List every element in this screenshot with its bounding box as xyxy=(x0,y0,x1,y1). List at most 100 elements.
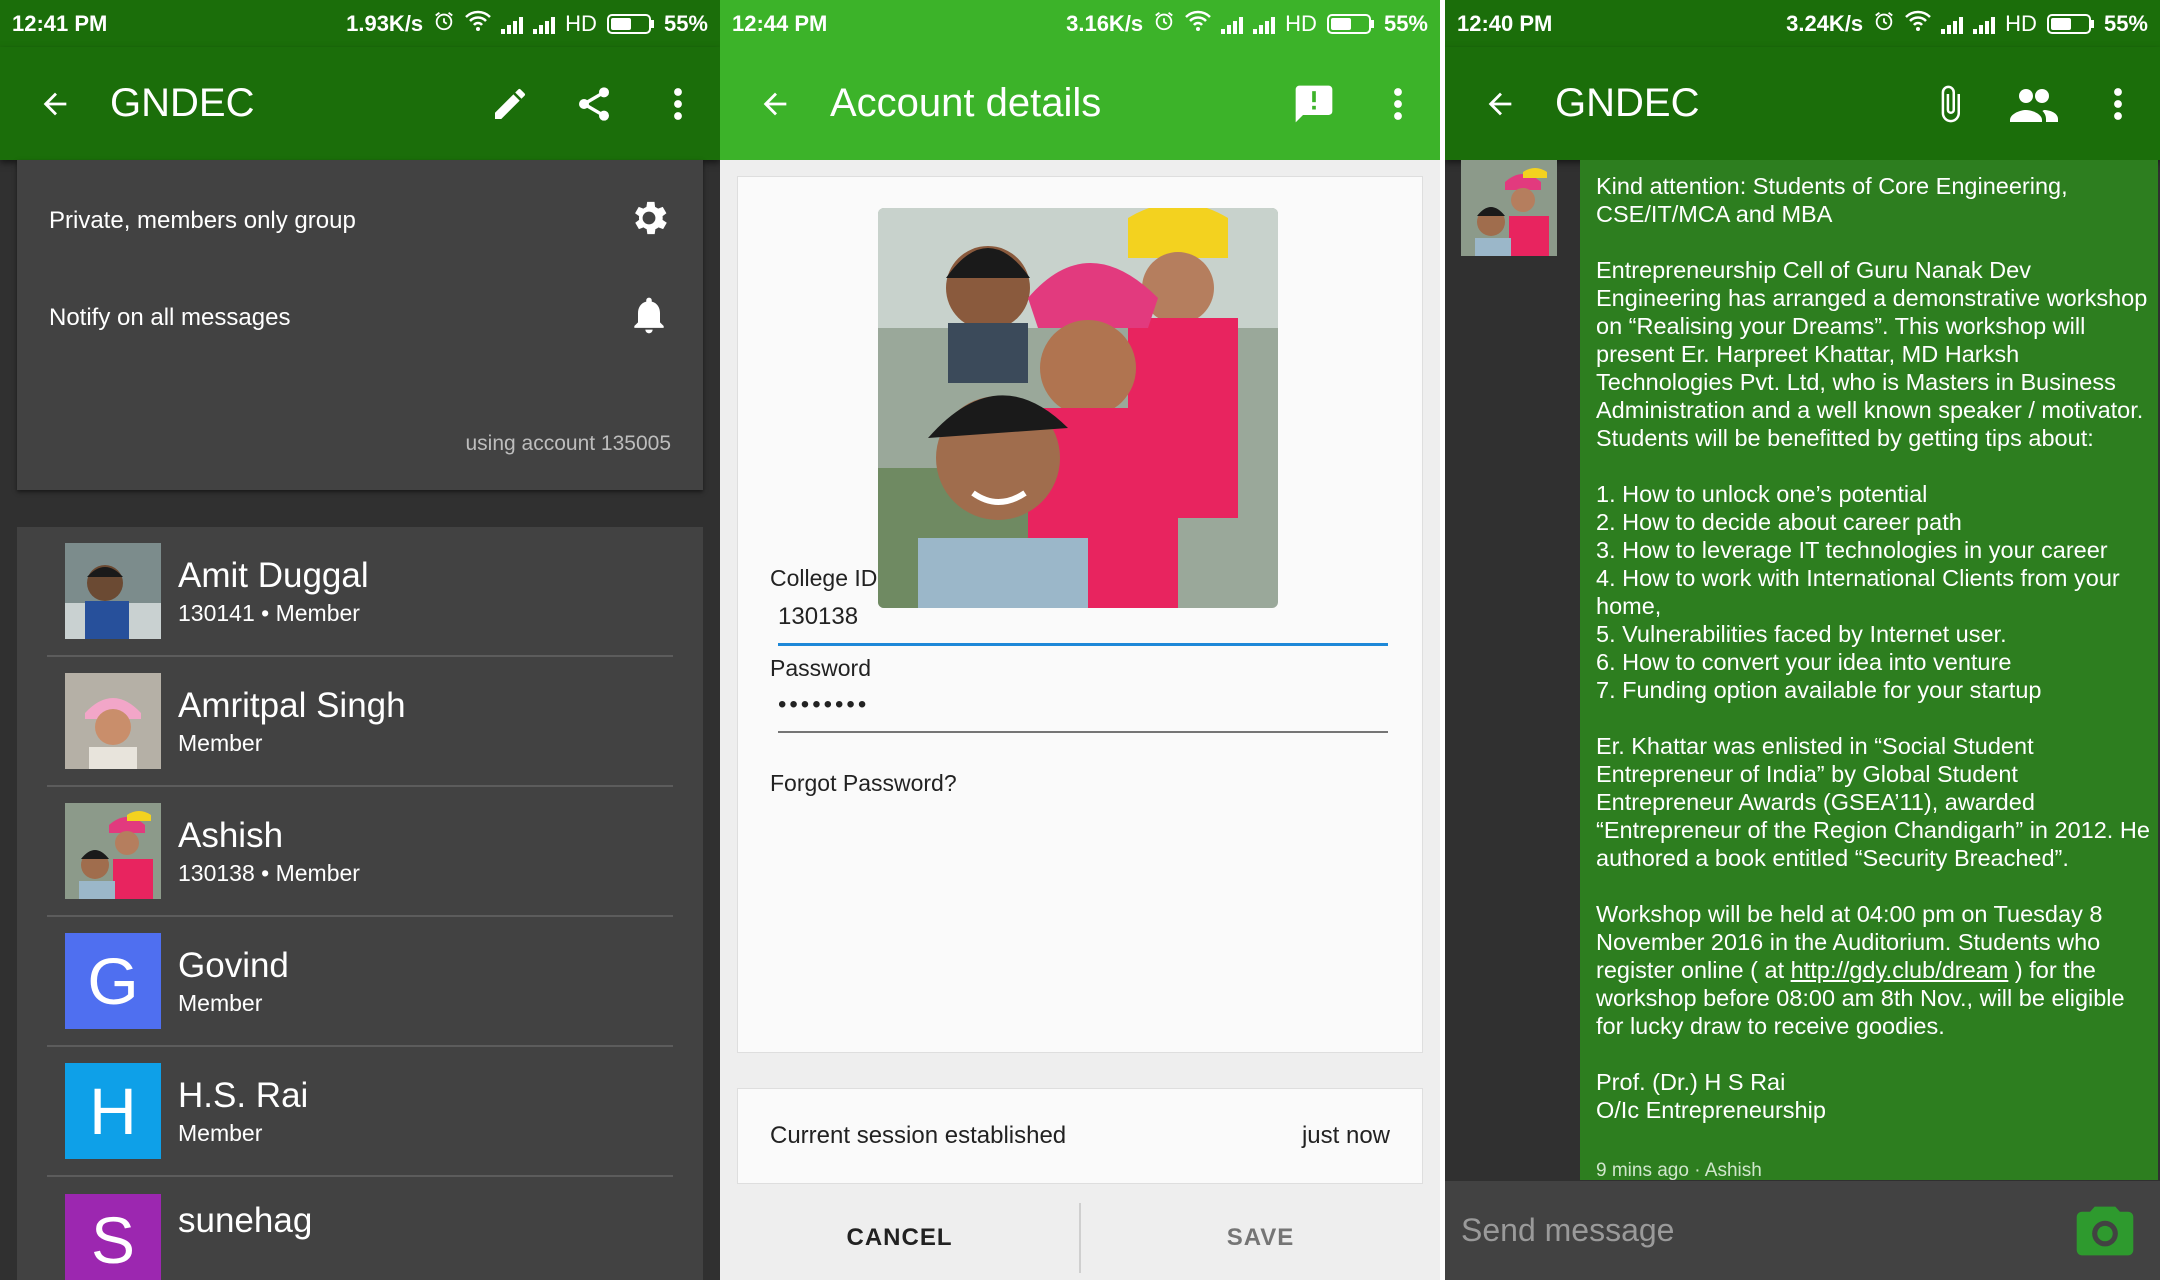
gear-icon[interactable] xyxy=(627,196,671,247)
member-list: Amit Duggal 130141 • Member Amritpal Sin… xyxy=(17,527,703,1280)
network-speed: 1.93K/s xyxy=(346,10,424,36)
action-bar: CANCEL SAVE xyxy=(720,1195,1440,1280)
toolbar-title: GNDEC xyxy=(1555,81,1700,125)
avatar: H xyxy=(65,1063,161,1159)
avatar xyxy=(65,543,161,639)
member-row[interactable]: G Govind Member xyxy=(47,917,673,1047)
alarm-icon xyxy=(433,10,455,38)
signal-icon-2 xyxy=(1253,14,1276,34)
signal-icon xyxy=(1941,14,1964,34)
session-time: just now xyxy=(1301,1122,1390,1149)
status-time: 12:40 PM xyxy=(1457,10,1553,36)
more-vert-icon[interactable] xyxy=(636,47,720,160)
network-speed: 3.24K/s xyxy=(1786,10,1864,36)
wifi-icon xyxy=(1185,10,1212,38)
status-bar: 12:41 PM 1.93K/s HD 55% xyxy=(0,0,720,47)
notify-row[interactable]: Notify on all messages xyxy=(49,290,671,346)
message-list-item: 4. How to work with International Client… xyxy=(1596,565,2127,619)
sender-avatar[interactable] xyxy=(1461,160,1557,256)
share-icon[interactable] xyxy=(552,47,636,160)
network-speed: 3.16K/s xyxy=(1066,10,1144,36)
wifi-icon xyxy=(1905,10,1932,38)
message-list-item: 2. How to decide about career path xyxy=(1596,509,1962,535)
bell-icon[interactable] xyxy=(627,293,671,344)
member-row[interactable]: Amit Duggal 130141 • Member xyxy=(47,527,673,657)
member-row[interactable]: S sunehag xyxy=(47,1177,673,1280)
app-toolbar: GNDEC xyxy=(0,47,720,160)
group-icon[interactable] xyxy=(1992,47,2076,160)
forgot-password-link[interactable]: Forgot Password? xyxy=(770,770,957,797)
alarm-icon xyxy=(1873,10,1895,38)
avatar xyxy=(65,803,161,899)
privacy-row[interactable]: Private, members only group xyxy=(49,193,671,249)
member-row[interactable]: H H.S. Rai Member xyxy=(47,1047,673,1177)
signal-icon xyxy=(501,14,524,34)
profile-photo[interactable] xyxy=(878,208,1278,608)
group-info-screen: 12:41 PM 1.93K/s HD 55% GNDEC Private, m… xyxy=(0,0,720,1280)
privacy-label: Private, members only group xyxy=(49,207,356,234)
back-arrow-icon[interactable] xyxy=(0,47,110,160)
pencil-icon[interactable] xyxy=(468,47,552,160)
attach-icon[interactable] xyxy=(1908,47,1992,160)
signal-icon-2 xyxy=(1973,14,1996,34)
member-name: Govind xyxy=(178,946,289,985)
message-list-item: 5. Vulnerabilities faced by Internet use… xyxy=(1596,621,2007,647)
signature-line: O/Ic Entrepreneurship xyxy=(1596,1097,1826,1123)
signal-icon xyxy=(1221,14,1244,34)
signature-line: Prof. (Dr.) H S Rai xyxy=(1596,1069,1786,1095)
toolbar-title: Account details xyxy=(830,81,1102,125)
more-vert-icon[interactable] xyxy=(1356,47,1440,160)
signal-icon-2 xyxy=(533,14,556,34)
feedback-icon[interactable] xyxy=(1272,47,1356,160)
status-time: 12:41 PM xyxy=(12,10,108,36)
message-paragraph: Entrepreneurship Cell of Guru Nanak Dev … xyxy=(1596,257,2154,451)
camera-icon[interactable] xyxy=(2070,1196,2140,1266)
alarm-icon xyxy=(1153,10,1175,38)
member-role: Member xyxy=(178,990,263,1016)
college-id-input[interactable]: 130138 xyxy=(778,603,1388,646)
account-details-screen: 12:44 PM 3.16K/s HD 55% Account details xyxy=(720,0,1440,1280)
send-message-input[interactable]: Send message xyxy=(1461,1212,2070,1249)
app-toolbar: Account details xyxy=(720,47,1440,160)
member-name: Amritpal Singh xyxy=(178,686,406,725)
member-name: H.S. Rai xyxy=(178,1076,309,1115)
avatar xyxy=(65,673,161,769)
password-label: Password xyxy=(770,655,871,681)
registration-link[interactable]: http://gdy.club/dream xyxy=(1791,957,2009,983)
battery-percent: 55% xyxy=(1383,10,1428,36)
password-input[interactable]: •••••••• xyxy=(778,691,1388,733)
battery-icon xyxy=(606,13,654,34)
group-settings-card: Private, members only group Notify on al… xyxy=(17,160,703,490)
member-row[interactable]: Ashish 130138 • Member xyxy=(47,787,673,917)
status-bar: 12:44 PM 3.16K/s HD 55% xyxy=(720,0,1440,47)
back-arrow-icon[interactable] xyxy=(1445,47,1555,160)
cancel-button[interactable]: CANCEL xyxy=(720,1224,1079,1252)
message-meta: 9 mins ago · Ashish xyxy=(1596,1160,1762,1181)
message-paragraph: Kind attention: Students of Core Enginee… xyxy=(1596,173,2075,227)
member-role: Member xyxy=(178,730,263,756)
app-toolbar: GNDEC xyxy=(1445,47,2160,160)
member-role: 130141 • Member xyxy=(178,600,360,626)
back-arrow-icon[interactable] xyxy=(720,47,830,160)
message-composer: Send message xyxy=(1445,1181,2160,1280)
more-vert-icon[interactable] xyxy=(2076,47,2160,160)
wifi-icon xyxy=(465,10,492,38)
notify-label: Notify on all messages xyxy=(49,304,291,331)
status-bar: 12:40 PM 3.24K/s HD 55% xyxy=(1445,0,2160,47)
group-chat-screen: 12:40 PM 3.24K/s HD 55% GNDEC Kind atten… xyxy=(1445,0,2160,1280)
session-card: Current session established just now xyxy=(737,1088,1423,1184)
message-paragraph: Workshop will be held at 04:00 pm on Tue… xyxy=(1596,900,2151,1040)
battery-icon xyxy=(1326,13,1374,34)
network-type: HD xyxy=(565,10,597,36)
screenshot-collage: 12:41 PM 1.93K/s HD 55% GNDEC Private, m… xyxy=(0,0,2160,1280)
member-name: sunehag xyxy=(178,1201,313,1240)
member-row[interactable]: Amritpal Singh Member xyxy=(47,657,673,787)
member-role: 130138 • Member xyxy=(178,860,360,886)
avatar: G xyxy=(65,933,161,1029)
save-button[interactable]: SAVE xyxy=(1081,1224,1440,1252)
account-card: College ID 130138 Password •••••••• Forg… xyxy=(737,176,1423,1053)
battery-percent: 55% xyxy=(2103,10,2148,36)
message-list-item: 6. How to convert your idea into venture xyxy=(1596,649,2012,675)
message-bubble[interactable]: Kind attention: Students of Core Enginee… xyxy=(1580,160,2158,1181)
battery-icon xyxy=(2046,13,2094,34)
